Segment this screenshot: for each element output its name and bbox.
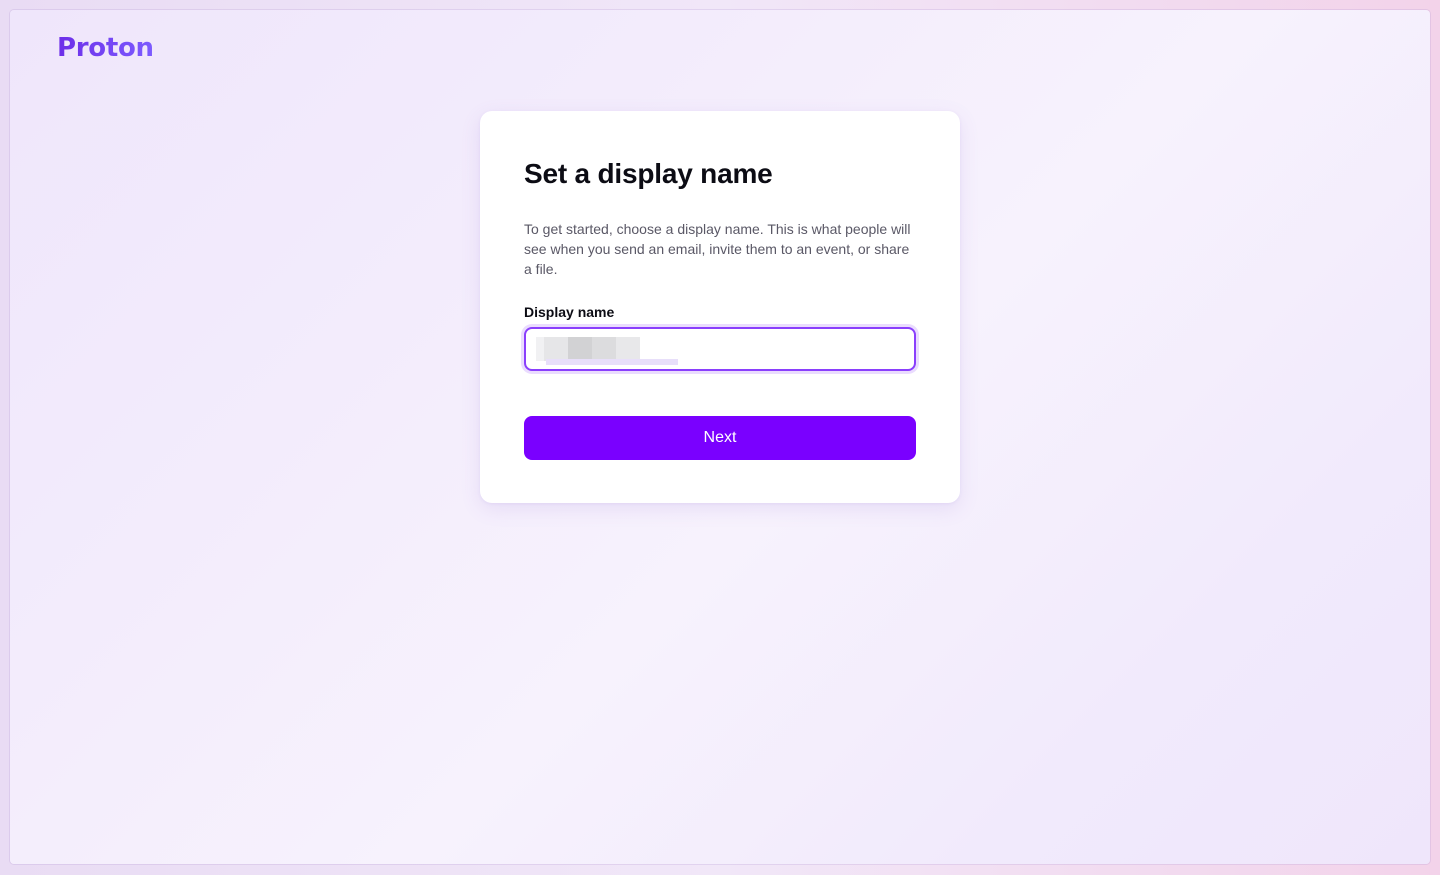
page-description: To get started, choose a display name. T… — [524, 221, 911, 277]
display-name-field[interactable] — [524, 327, 916, 371]
app-window: Proton Set a display name To get started… — [10, 10, 1430, 864]
display-name-label: Display name — [524, 304, 615, 320]
display-name-input[interactable] — [526, 329, 914, 369]
next-button[interactable]: Next — [524, 416, 916, 460]
display-name-card: Set a display name To get started, choos… — [480, 111, 960, 503]
proton-logo[interactable]: Proton — [57, 31, 154, 65]
page-title: Set a display name — [524, 158, 773, 189]
